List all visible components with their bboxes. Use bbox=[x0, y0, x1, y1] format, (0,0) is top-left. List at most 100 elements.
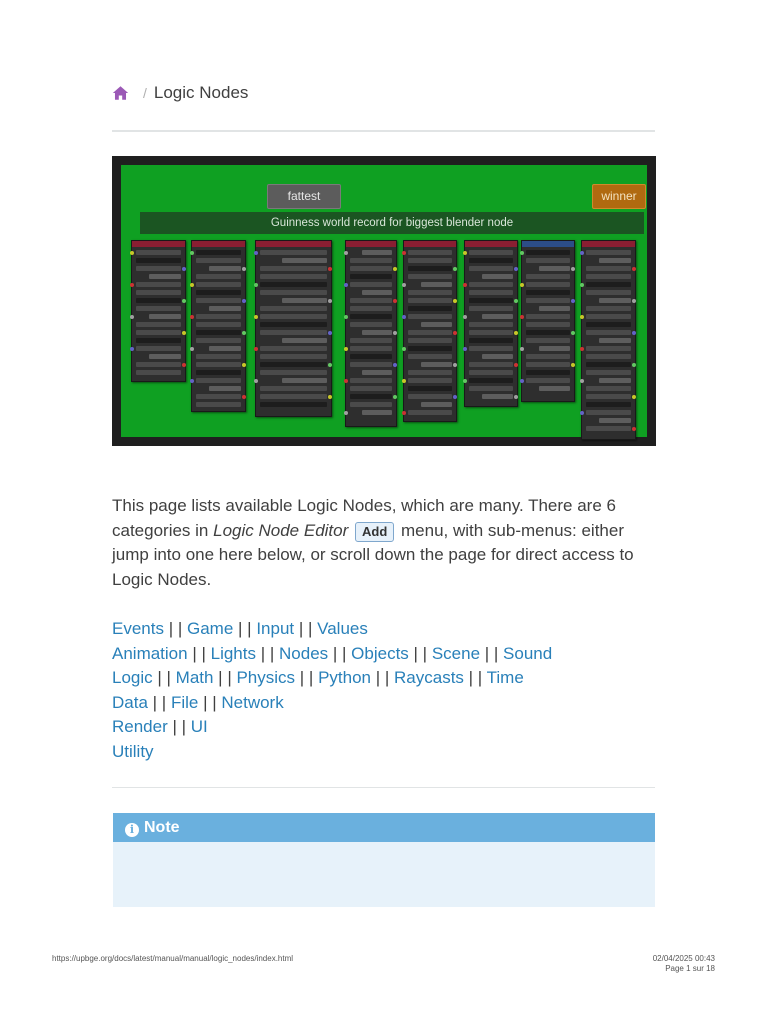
node-socket bbox=[130, 283, 134, 287]
node-socket bbox=[571, 267, 575, 271]
node-socket bbox=[393, 363, 397, 367]
frame-title: Guinness world record for biggest blende… bbox=[140, 212, 644, 234]
node-field bbox=[408, 306, 452, 311]
category-link-lights[interactable]: Lights bbox=[211, 644, 256, 663]
category-link-sound[interactable]: Sound bbox=[503, 644, 552, 663]
node-field bbox=[599, 298, 631, 303]
node-field bbox=[136, 298, 181, 303]
category-link-logic[interactable]: Logic bbox=[112, 668, 153, 687]
node-field bbox=[149, 274, 181, 279]
node-field bbox=[350, 274, 392, 279]
node-socket bbox=[344, 251, 348, 255]
node-field bbox=[136, 290, 181, 295]
category-link-game[interactable]: Game bbox=[187, 619, 233, 638]
node-field bbox=[538, 386, 570, 391]
node-field bbox=[526, 362, 570, 367]
node-field bbox=[408, 274, 452, 279]
node-socket bbox=[580, 251, 584, 255]
node-field bbox=[586, 274, 631, 279]
link-separator: | | bbox=[408, 643, 432, 663]
category-link-animation[interactable]: Animation bbox=[112, 644, 188, 663]
node-socket bbox=[632, 299, 636, 303]
node-field bbox=[469, 290, 513, 295]
category-link-time[interactable]: Time bbox=[487, 668, 524, 687]
node-field bbox=[362, 410, 392, 415]
node-socket bbox=[393, 331, 397, 335]
category-link-network[interactable]: Network bbox=[221, 693, 283, 712]
add-menu-label: Add bbox=[355, 521, 395, 542]
node-header bbox=[192, 241, 245, 247]
node-field bbox=[408, 330, 452, 335]
node-field bbox=[408, 394, 452, 399]
category-link-scene[interactable]: Scene bbox=[432, 644, 480, 663]
node-socket bbox=[344, 315, 348, 319]
node-socket bbox=[402, 315, 406, 319]
category-link-nodes[interactable]: Nodes bbox=[279, 644, 328, 663]
category-link-math[interactable]: Math bbox=[176, 668, 214, 687]
note-admonition: i Note bbox=[113, 813, 655, 907]
node-socket bbox=[463, 379, 467, 383]
category-link-values[interactable]: Values bbox=[317, 619, 368, 638]
node-socket bbox=[328, 395, 332, 399]
category-link-file[interactable]: File bbox=[171, 693, 198, 712]
winner-label: winner bbox=[592, 184, 646, 209]
node-socket bbox=[514, 395, 518, 399]
node-socket bbox=[571, 363, 575, 367]
category-link-render[interactable]: Render bbox=[112, 717, 168, 736]
node-field bbox=[282, 338, 327, 343]
node-field bbox=[469, 258, 513, 263]
link-row: Render | | UI bbox=[112, 715, 552, 740]
node-socket bbox=[453, 363, 457, 367]
node-field bbox=[526, 274, 570, 279]
category-link-utility[interactable]: Utility bbox=[112, 742, 154, 761]
node-field bbox=[526, 330, 570, 335]
node-socket bbox=[520, 347, 524, 351]
node-socket bbox=[242, 363, 246, 367]
node-socket bbox=[520, 283, 524, 287]
category-link-raycasts[interactable]: Raycasts bbox=[394, 668, 464, 687]
node-socket bbox=[514, 331, 518, 335]
node-field bbox=[136, 362, 181, 367]
node-socket bbox=[130, 315, 134, 319]
node-field bbox=[260, 386, 327, 391]
node-field bbox=[586, 386, 631, 391]
node-header bbox=[404, 241, 456, 247]
category-link-ui[interactable]: UI bbox=[191, 717, 208, 736]
node-field bbox=[350, 338, 392, 343]
node-field bbox=[469, 362, 513, 367]
node-socket bbox=[190, 251, 194, 255]
footer-url: https://upbge.org/docs/latest/manual/man… bbox=[52, 954, 294, 963]
logic-node bbox=[520, 240, 575, 402]
category-link-objects[interactable]: Objects bbox=[351, 644, 409, 663]
category-link-events[interactable]: Events bbox=[112, 619, 164, 638]
node-field bbox=[408, 250, 452, 255]
category-link-input[interactable]: Input bbox=[256, 619, 294, 638]
node-field bbox=[538, 306, 570, 311]
node-field bbox=[196, 314, 241, 319]
node-field bbox=[136, 370, 181, 375]
node-socket bbox=[130, 251, 134, 255]
node-field bbox=[196, 354, 241, 359]
node-socket bbox=[182, 299, 186, 303]
node-field bbox=[260, 362, 327, 367]
node-socket bbox=[453, 299, 457, 303]
node-field bbox=[282, 298, 327, 303]
category-link-data[interactable]: Data bbox=[112, 693, 148, 712]
node-socket bbox=[463, 315, 467, 319]
node-field bbox=[586, 322, 631, 327]
node-field bbox=[260, 346, 327, 351]
node-header bbox=[346, 241, 396, 247]
category-link-physics[interactable]: Physics bbox=[236, 668, 295, 687]
node-field bbox=[469, 386, 513, 391]
home-icon[interactable] bbox=[112, 85, 129, 101]
node-field bbox=[408, 354, 452, 359]
node-socket bbox=[402, 283, 406, 287]
link-separator: | | bbox=[371, 668, 395, 687]
category-link-python[interactable]: Python bbox=[318, 668, 371, 687]
node-field bbox=[362, 250, 392, 255]
node-field bbox=[538, 266, 570, 271]
link-separator: | | bbox=[328, 643, 352, 663]
node-field bbox=[260, 354, 327, 359]
node-header bbox=[132, 241, 185, 247]
node-field bbox=[586, 250, 631, 255]
